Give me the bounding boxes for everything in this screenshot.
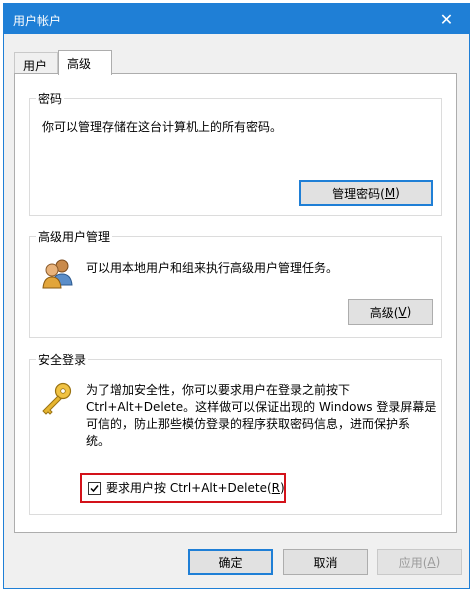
advanced-user-management-group: 高级用户管理 可以用本地用户和组来执行高级用户管理任务。 高级(V) [29, 228, 442, 338]
require-ctrl-alt-delete-checkbox[interactable]: 要求用户按 Ctrl+Alt+Delete(R) [88, 480, 288, 496]
access-key: V [398, 305, 407, 319]
button-label: 取消 [313, 555, 338, 570]
access-key: R [271, 481, 280, 495]
checkbox-label-text: 要求用户按 Ctrl+Alt+Delete( [106, 481, 272, 495]
secure-description-line-3: 可信的，防止那些模仿登录的程序获取密码信息，进而保护系 [86, 417, 411, 431]
password-description: 你可以管理存储在这台计算机上的所有密码。 [42, 120, 283, 134]
checkbox-label: 要求用户按 Ctrl+Alt+Delete(R) [106, 480, 285, 497]
user-accounts-dialog: 用户帐户 ✕ 用户 高级 密码 你可以管理存储在这台计算机上的所有密码。 管理密… [3, 3, 470, 589]
secure-group-legend: 安全登录 [36, 351, 89, 368]
close-icon[interactable]: ✕ [424, 4, 469, 34]
tab-advanced[interactable]: 高级 [58, 50, 112, 75]
access-key: M [384, 186, 396, 200]
tab-label: 高级 [67, 57, 92, 71]
ok-button[interactable]: 确定 [188, 549, 273, 575]
users-icon [41, 257, 75, 289]
checkbox-box[interactable] [88, 482, 101, 495]
manage-passwords-button[interactable]: 管理密码(M) [299, 180, 433, 206]
button-label-suffix: ) [395, 186, 400, 200]
button-label: 管理密码( [332, 186, 385, 201]
advanced-group-legend: 高级用户管理 [36, 228, 113, 245]
checkmark-icon [90, 485, 99, 493]
apply-button[interactable]: 应用(A) [377, 549, 462, 575]
advanced-button[interactable]: 高级(V) [348, 299, 433, 325]
button-label: 应用( [398, 555, 428, 570]
checkbox-label-suffix: ) [279, 481, 285, 495]
password-group-legend: 密码 [36, 90, 65, 107]
tab-label: 用户 [23, 59, 48, 73]
advanced-description: 可以用本地用户和组来执行高级用户管理任务。 [86, 261, 339, 275]
button-label: 高级( [369, 305, 399, 320]
title-bar[interactable]: 用户帐户 ✕ [4, 4, 469, 34]
tab-panel-advanced: 密码 你可以管理存储在这台计算机上的所有密码。 管理密码(M) 高级用户管理 可… [14, 73, 457, 533]
window-title: 用户帐户 [13, 14, 62, 28]
key-icon [38, 382, 74, 416]
button-label-suffix: ) [406, 305, 412, 319]
secure-description-line-1: 为了增加安全性，你可以要求用户在登录之前按下 [86, 383, 351, 397]
secure-sign-in-group: 安全登录 为了增加安全性，你可以要求用户在登录之前按下 Ctrl+Alt+Del… [29, 351, 442, 515]
password-group: 密码 你可以管理存储在这台计算机上的所有密码。 管理密码(M) [29, 90, 442, 216]
button-label: 确定 [218, 555, 243, 570]
tab-users[interactable]: 用户 [14, 52, 58, 74]
access-key: A [427, 555, 436, 569]
secure-description-line-4: 统。 [86, 434, 111, 448]
secure-description-line-2: Ctrl+Alt+Delete。这样做可以保证出现的 Windows 登录屏幕是 [86, 400, 437, 414]
cancel-button[interactable]: 取消 [283, 549, 368, 575]
button-label-suffix: ) [435, 555, 441, 569]
